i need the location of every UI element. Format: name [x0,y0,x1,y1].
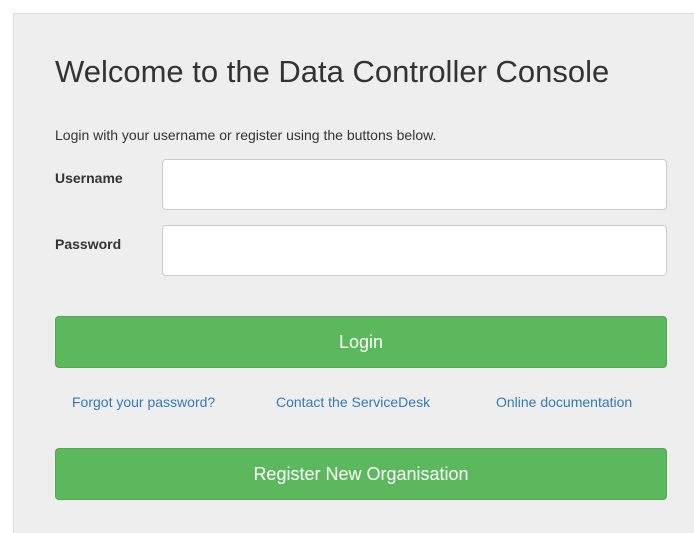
password-label: Password [55,236,122,252]
contact-servicedesk-link[interactable]: Contact the ServiceDesk [276,394,430,410]
intro-text: Login with your username or register usi… [55,127,437,143]
page-title: Welcome to the Data Controller Console [55,54,610,89]
online-documentation-link[interactable]: Online documentation [496,394,632,410]
username-label: Username [55,170,123,186]
register-organisation-button[interactable]: Register New Organisation [55,448,667,500]
password-input[interactable] [162,225,667,276]
login-button[interactable]: Login [55,316,667,368]
login-panel: Welcome to the Data Controller Console L… [13,13,694,533]
username-input[interactable] [162,159,667,210]
forgot-password-link[interactable]: Forgot your password? [72,394,215,410]
